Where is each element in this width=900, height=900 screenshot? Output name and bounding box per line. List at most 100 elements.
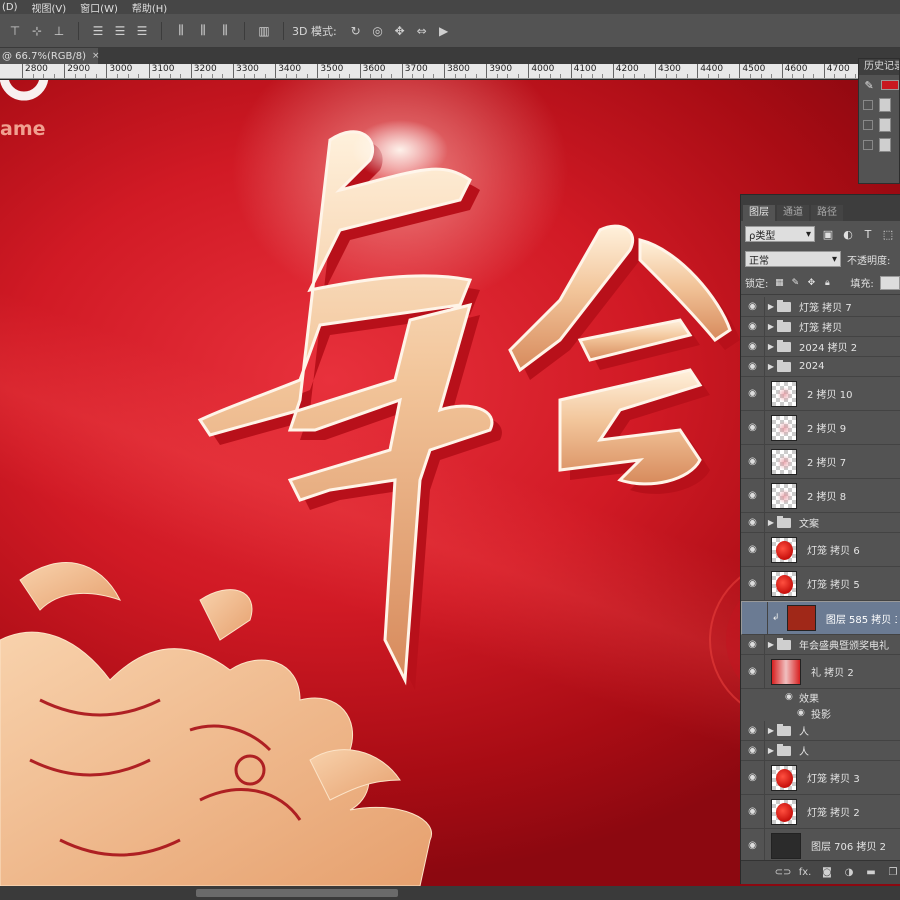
expand-arrow-icon[interactable]: ▶ — [765, 518, 777, 527]
visibility-eye-icon[interactable]: ◉ — [741, 761, 765, 794]
3d-scale-icon[interactable]: ▶ — [433, 21, 455, 41]
menu-item-window[interactable]: 窗口(W) — [80, 0, 118, 15]
history-checkbox[interactable] — [863, 100, 873, 110]
expand-arrow-icon[interactable]: ▶ — [765, 302, 777, 311]
layer-group-row[interactable]: ◉ ▶ 文案 — [741, 513, 900, 533]
visibility-eye-icon[interactable]: ◉ — [741, 357, 765, 376]
distribute-right-icon[interactable]: ⫼ — [214, 21, 236, 41]
menu-item-help[interactable]: 帮助(H) — [132, 0, 167, 15]
visibility-eye-icon[interactable]: ◉ — [741, 479, 765, 512]
expand-arrow-icon[interactable]: ▶ — [765, 342, 777, 351]
filter-pixel-icon[interactable]: ▣ — [821, 227, 835, 241]
visibility-eye-icon[interactable]: ◉ — [741, 533, 765, 566]
document-tab[interactable]: @ 66.7%(RGB/8) × — [0, 48, 100, 64]
layer-group-row[interactable]: ◉ ▶ 人 — [741, 741, 900, 761]
layer-row[interactable]: ◉ 礼 拷贝 2 — [741, 655, 900, 689]
visibility-eye-icon[interactable]: ◉ — [741, 411, 765, 444]
visibility-eye-icon[interactable]: ◉ — [741, 655, 765, 688]
new-layer-icon[interactable]: ❐ — [885, 865, 900, 881]
lock-transparent-icon[interactable]: ▦ — [774, 278, 784, 288]
visibility-eye-icon[interactable]: ◉ — [741, 795, 765, 828]
distribute-top-icon[interactable]: ☰ — [87, 21, 109, 41]
menu-item-view[interactable]: 视图(V) — [32, 0, 67, 15]
layer-group-row[interactable]: ◉ ▶ 灯笼 拷贝 — [741, 317, 900, 337]
visibility-eye-icon[interactable]: ◉ — [741, 829, 765, 862]
horizontal-scrollbar[interactable] — [0, 886, 900, 900]
visibility-eye-icon[interactable]: ◉ — [741, 377, 765, 410]
filter-adjustment-icon[interactable]: ◐ — [841, 227, 855, 241]
align-vcenter-icon[interactable]: ⊹ — [26, 21, 48, 41]
lock-all-icon[interactable]: 🔒︎ — [822, 278, 832, 288]
layer-group-row[interactable]: ◉ ▶ 2024 拷贝 2 — [741, 337, 900, 357]
layer-row[interactable]: ◉ 图层 706 拷贝 2 — [741, 829, 900, 863]
history-checkbox[interactable] — [863, 140, 873, 150]
layer-row[interactable]: ◉ 2 拷贝 8 — [741, 479, 900, 513]
3d-orbit-icon[interactable]: ↻ — [345, 21, 367, 41]
3d-roll-icon[interactable]: ◎ — [367, 21, 389, 41]
layer-row[interactable]: ↲ 图层 585 拷贝 3 — [741, 601, 900, 635]
visibility-eye-icon[interactable]: ◉ — [741, 513, 765, 532]
auto-align-icon[interactable]: ▥ — [253, 21, 275, 41]
distribute-vcenter-icon[interactable]: ☰ — [109, 21, 131, 41]
history-item[interactable] — [859, 115, 899, 135]
layer-row[interactable]: ◉ 灯笼 拷贝 2 — [741, 795, 900, 829]
visibility-eye-icon[interactable]: ◉ — [785, 692, 799, 702]
link-icon[interactable]: ⊂⊃ — [775, 865, 792, 881]
visibility-eye-icon[interactable]: ◉ — [741, 721, 765, 740]
visibility-eye-icon[interactable]: ◉ — [741, 317, 765, 336]
distribute-left-icon[interactable]: ⫼ — [170, 21, 192, 41]
visibility-eye-icon[interactable]: ◉ — [741, 337, 765, 356]
layer-row[interactable]: ◉ 灯笼 拷贝 5 — [741, 567, 900, 601]
layer-group-row[interactable]: ◉ ▶ 灯笼 拷贝 7 — [741, 297, 900, 317]
layer-row[interactable]: ◉ 2 拷贝 10 — [741, 377, 900, 411]
expand-arrow-icon[interactable]: ▶ — [765, 640, 777, 649]
horizontal-ruler[interactable]: 2800 2900 3000 3100 3200 3300 3400 3500 3600 3700… — [0, 64, 900, 79]
visibility-eye-icon[interactable]: ◉ — [741, 297, 765, 316]
layer-group-row[interactable]: ◉ ▶ 2024 — [741, 357, 900, 377]
layer-row[interactable]: ◉ 2 拷贝 7 — [741, 445, 900, 479]
visibility-eye-icon[interactable] — [745, 602, 768, 634]
lock-image-icon[interactable]: ✎ — [790, 278, 800, 288]
mask-icon[interactable]: ◙ — [819, 865, 835, 881]
3d-slide-icon[interactable]: ⇔ — [411, 21, 433, 41]
tab-paths[interactable]: 路径 — [811, 205, 843, 221]
visibility-eye-icon[interactable]: ◉ — [741, 567, 765, 600]
distribute-bottom-icon[interactable]: ☰ — [131, 21, 153, 41]
menu-item-d[interactable]: (D) — [2, 2, 18, 13]
distribute-hcenter-icon[interactable]: ⫼ — [192, 21, 214, 41]
expand-arrow-icon[interactable]: ▶ — [765, 362, 777, 371]
layer-effect-item[interactable]: ◉ 投影 — [741, 705, 900, 721]
align-top-icon[interactable]: ⊤ — [4, 21, 26, 41]
expand-arrow-icon[interactable]: ▶ — [765, 746, 777, 755]
layer-effects-row[interactable]: ◉ 效果 — [741, 689, 900, 705]
close-icon[interactable]: × — [92, 51, 100, 61]
visibility-eye-icon[interactable]: ◉ — [741, 741, 765, 760]
new-group-icon[interactable]: ▬ — [863, 865, 879, 881]
align-bottom-icon[interactable]: ⊥ — [48, 21, 70, 41]
visibility-eye-icon[interactable]: ◉ — [797, 708, 811, 718]
visibility-eye-icon[interactable]: ◉ — [741, 445, 765, 478]
fx-icon[interactable]: fx. — [797, 865, 813, 881]
filter-type-icon[interactable]: T — [861, 227, 875, 241]
history-panel-title[interactable]: 历史记录 — [859, 59, 899, 75]
layer-row[interactable]: ◉ 灯笼 拷贝 3 — [741, 761, 900, 795]
tab-channels[interactable]: 通道 — [777, 205, 809, 221]
expand-arrow-icon[interactable]: ▶ — [765, 322, 777, 331]
history-item[interactable] — [859, 95, 899, 115]
adjustment-icon[interactable]: ◑ — [841, 865, 857, 881]
history-snapshot[interactable]: ✎ — [859, 75, 899, 95]
blend-mode-select[interactable]: 正常 ▾ — [745, 251, 841, 267]
expand-arrow-icon[interactable]: ▶ — [765, 726, 777, 735]
tab-layers[interactable]: 图层 — [743, 205, 775, 221]
layer-row[interactable]: ◉ 2 拷贝 9 — [741, 411, 900, 445]
fill-field[interactable] — [879, 275, 900, 290]
filter-shape-icon[interactable]: ⬚ — [881, 227, 895, 241]
layer-group-row[interactable]: ◉ ▶ 年会盛典暨颁奖电礼 — [741, 635, 900, 655]
filter-kind-select[interactable]: ρ类型 ▾ — [745, 226, 815, 242]
scrollbar-thumb[interactable] — [196, 889, 398, 897]
history-item[interactable] — [859, 135, 899, 155]
lock-position-icon[interactable]: ✥ — [806, 278, 816, 288]
3d-pan-icon[interactable]: ✥ — [389, 21, 411, 41]
history-checkbox[interactable] — [863, 120, 873, 130]
layer-group-row[interactable]: ◉ ▶ 人 — [741, 721, 900, 741]
